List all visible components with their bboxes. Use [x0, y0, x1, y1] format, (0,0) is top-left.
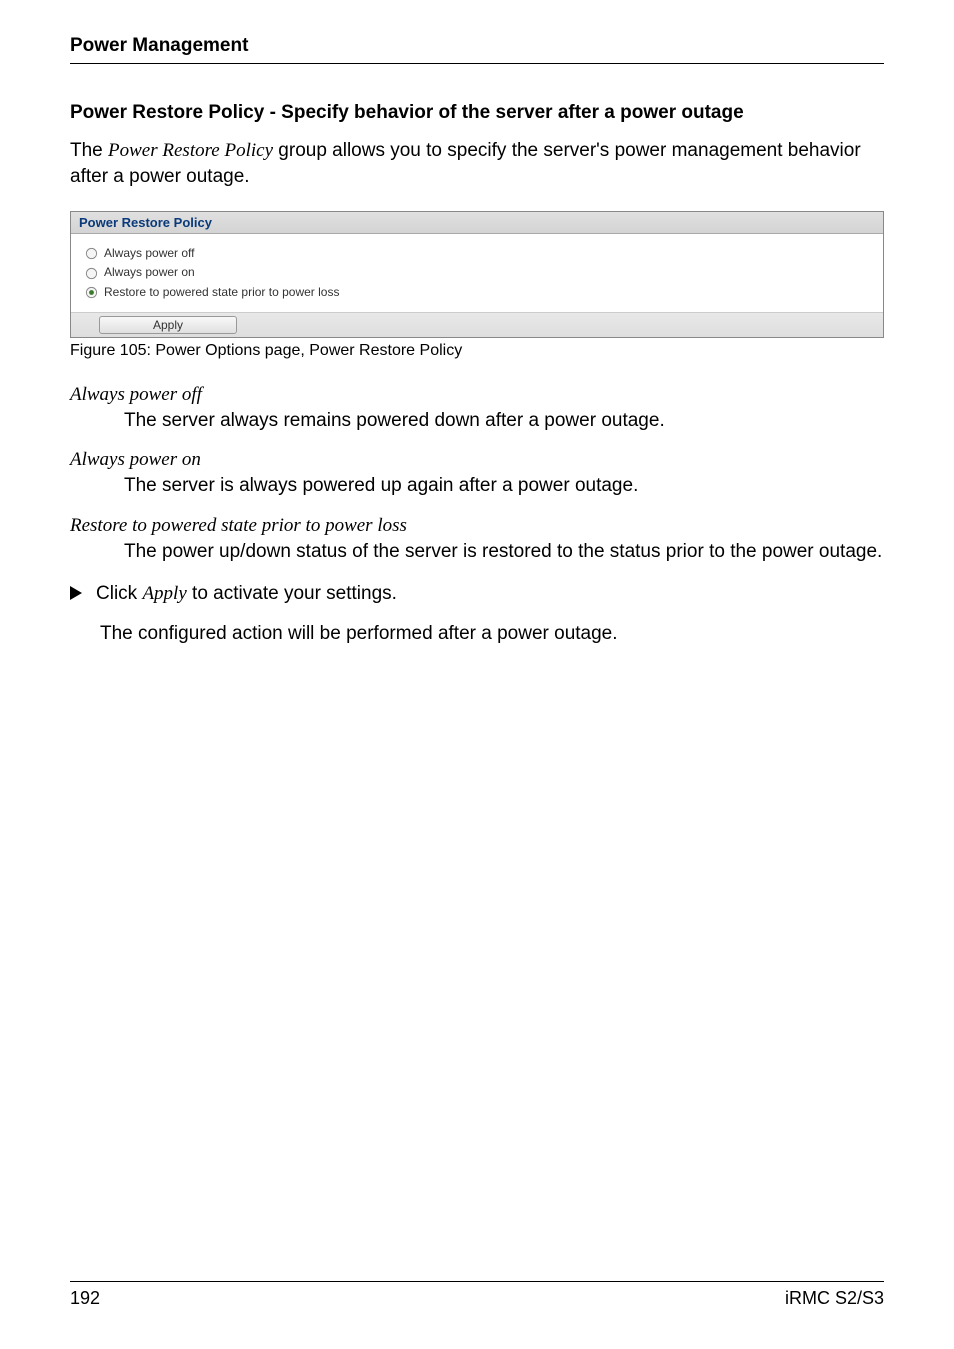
subsection-title: Power Restore Policy - Specify behavior …	[70, 102, 884, 124]
page-footer: 192 iRMC S2/S3	[70, 1281, 884, 1309]
figure-caption: Figure 105: Power Options page, Power Re…	[70, 342, 884, 360]
intro-prefix: The	[70, 140, 108, 161]
def-body-restore: The power up/down status of the server i…	[124, 539, 884, 565]
section-header: Power Management	[70, 35, 884, 57]
instruction-bullet: Click Apply to activate your settings.	[70, 581, 884, 608]
radio-option-always-on[interactable]: Always power on	[85, 263, 869, 282]
triangle-bullet-icon	[70, 586, 82, 600]
intro-italic: Power Restore Policy	[108, 140, 273, 161]
page-number: 192	[70, 1288, 100, 1309]
radio-label-restore: Restore to powered state prior to power …	[104, 283, 339, 302]
def-body-off: The server always remains powered down a…	[124, 408, 884, 434]
def-term-restore: Restore to powered state prior to power …	[70, 515, 884, 537]
radio-option-always-off[interactable]: Always power off	[85, 244, 869, 263]
footer-rule	[70, 1281, 884, 1282]
def-term-on: Always power on	[70, 449, 884, 471]
radio-unselected-icon	[85, 267, 98, 280]
apply-button[interactable]: Apply	[99, 316, 237, 334]
click-suffix: to activate your settings.	[187, 583, 397, 604]
panel-body: Always power off Always power on Restore…	[71, 234, 883, 312]
click-prefix: Click	[96, 583, 142, 604]
instruction-result: The configured action will be performed …	[100, 621, 884, 648]
intro-paragraph: The Power Restore Policy group allows yo…	[70, 138, 884, 189]
instruction-text: Click Apply to activate your settings.	[96, 581, 397, 608]
doc-ref: iRMC S2/S3	[785, 1288, 884, 1309]
power-restore-panel: Power Restore Policy Always power off Al…	[70, 211, 884, 338]
radio-selected-icon	[85, 286, 98, 299]
header-rule	[70, 63, 884, 64]
panel-title: Power Restore Policy	[71, 212, 883, 234]
click-italic: Apply	[142, 583, 186, 604]
radio-label-on: Always power on	[104, 263, 195, 282]
radio-option-restore[interactable]: Restore to powered state prior to power …	[85, 283, 869, 302]
def-term-off: Always power off	[70, 384, 884, 406]
def-body-on: The server is always powered up again af…	[124, 473, 884, 499]
radio-unselected-icon	[85, 247, 98, 260]
panel-footer: Apply	[71, 312, 883, 337]
radio-label-off: Always power off	[104, 244, 195, 263]
